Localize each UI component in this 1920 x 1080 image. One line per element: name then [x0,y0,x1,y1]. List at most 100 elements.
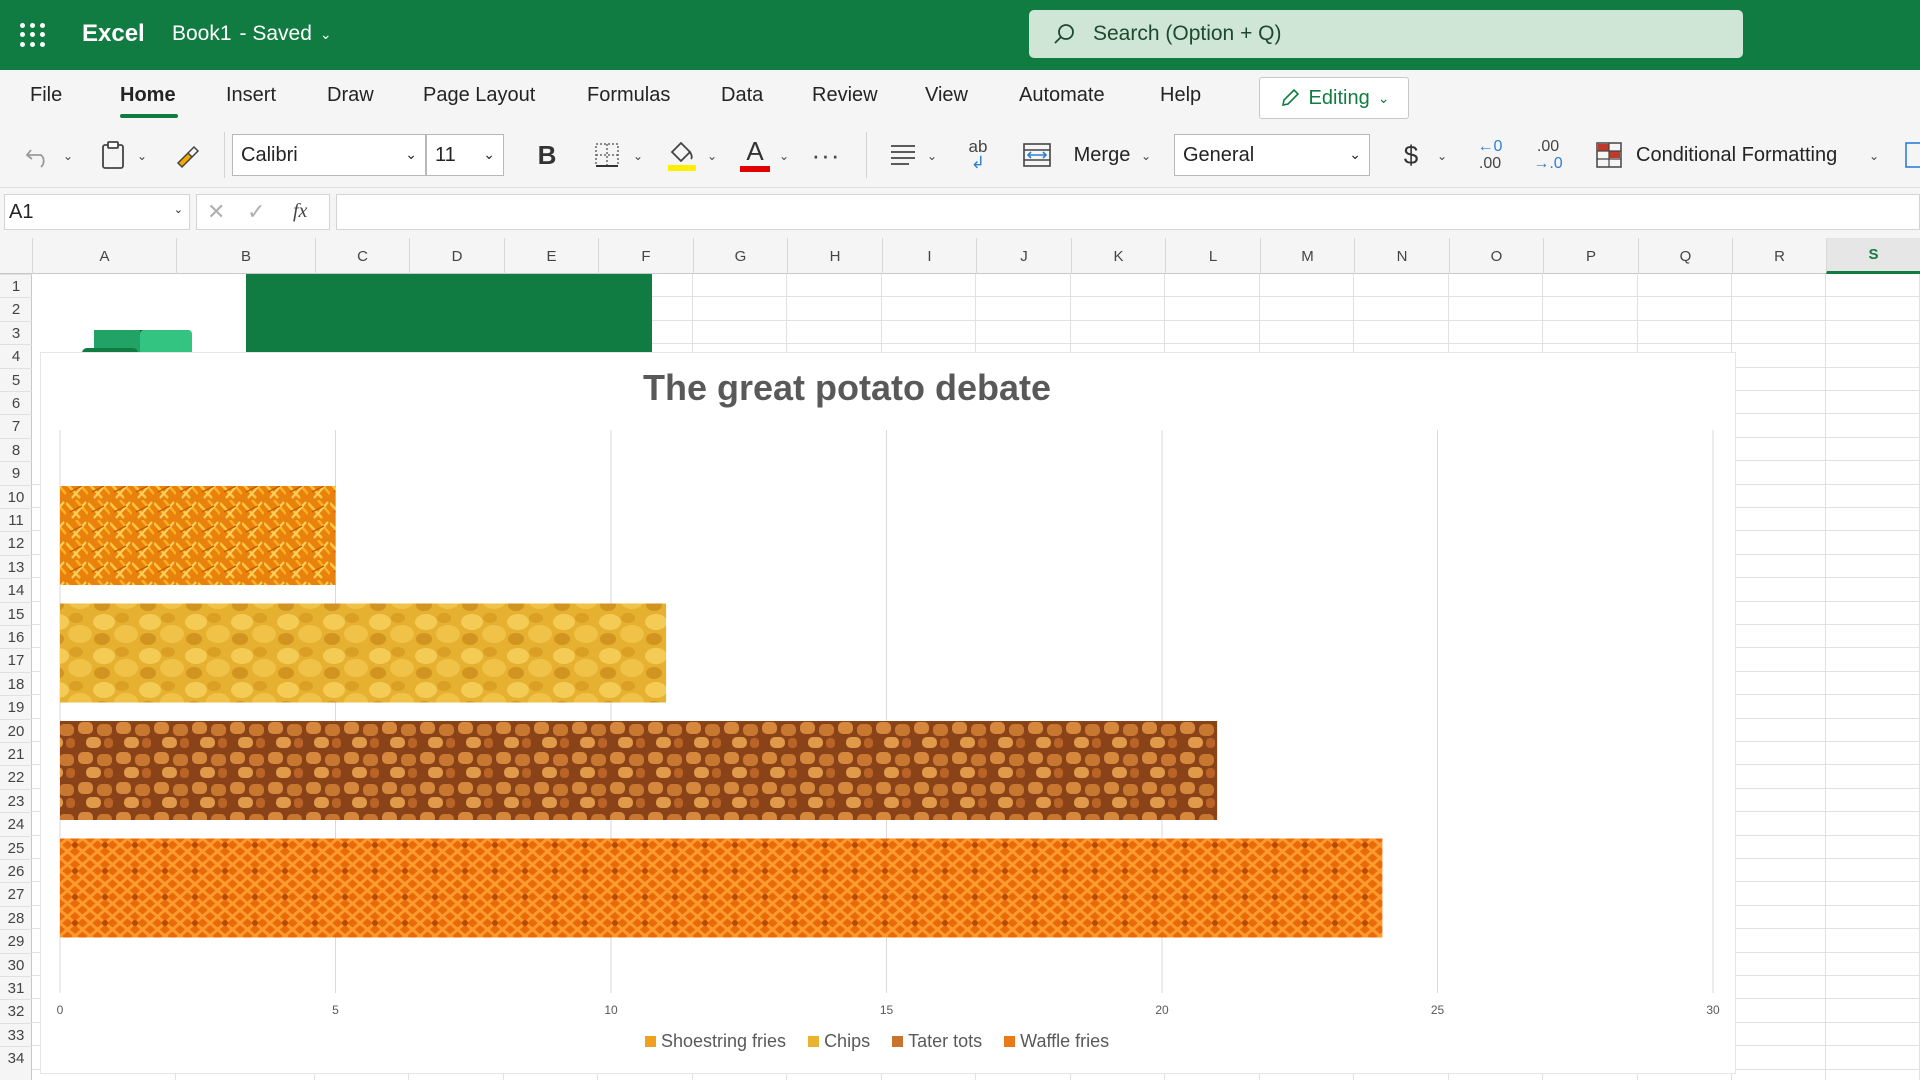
column-header-i[interactable]: I [882,238,976,274]
column-header-d[interactable]: D [409,238,504,274]
insert-function-button[interactable]: fx [293,200,307,223]
row-header-20[interactable]: 20 [0,718,32,742]
tab-help[interactable]: Help [1160,84,1201,107]
tab-data[interactable]: Data [721,84,763,107]
tab-formulas[interactable]: Formulas [587,84,670,107]
legend-item[interactable]: Chips [808,1031,870,1052]
row-header-28[interactable]: 28 [0,905,32,929]
editing-mode-button[interactable]: Editing ⌄ [1259,77,1409,119]
row-header-21[interactable]: 21 [0,742,32,765]
format-as-table-icon[interactable] [1902,140,1920,170]
row-header-12[interactable]: 12 [0,531,32,554]
document-name-button[interactable]: Book1 - Saved ⌄ [172,22,332,46]
tab-page-layout[interactable]: Page Layout [423,84,535,107]
row-header-15[interactable]: 15 [0,601,32,625]
column-header-n[interactable]: N [1354,238,1449,274]
search-input[interactable]: Search (Option + Q) [1029,10,1743,58]
column-header-g[interactable]: G [693,238,787,274]
paste-dropdown[interactable]: ⌄ [134,146,150,166]
row-header-10[interactable]: 10 [0,484,32,508]
tab-automate[interactable]: Automate [1019,84,1105,107]
paste-button[interactable] [98,138,128,172]
row-header-13[interactable]: 13 [0,554,32,578]
font-size-select[interactable]: 11 ⌄ [426,134,504,176]
currency-button[interactable]: $ [1396,138,1426,172]
number-format-select[interactable]: General ⌄ [1174,134,1370,176]
tab-insert[interactable]: Insert [226,84,276,107]
row-header-6[interactable]: 6 [0,391,32,414]
row-header-5[interactable]: 5 [0,367,32,391]
undo-dropdown[interactable]: ⌄ [60,146,76,166]
column-header-b[interactable]: B [176,238,315,274]
row-header-9[interactable]: 9 [0,461,32,484]
row-header-34[interactable]: 34 [0,1046,32,1069]
row-header-26[interactable]: 26 [0,859,32,882]
fill-color-dropdown[interactable]: ⌄ [704,146,720,166]
borders-dropdown[interactable]: ⌄ [630,146,646,166]
row-header-29[interactable]: 29 [0,929,32,952]
column-header-r[interactable]: R [1732,238,1826,274]
tab-file[interactable]: File [30,84,62,107]
row-header-19[interactable]: 19 [0,695,32,718]
column-header-c[interactable]: C [315,238,409,274]
row-header-17[interactable]: 17 [0,648,32,671]
row-header-11[interactable]: 11 [0,508,32,531]
column-header-k[interactable]: K [1071,238,1165,274]
fill-color-button[interactable] [664,136,700,174]
more-options-icon[interactable]: ··· [808,138,844,172]
row-header-4[interactable]: 4 [0,344,32,367]
tab-review[interactable]: Review [812,84,878,107]
decrease-decimal-button[interactable]: .00 →.0 [1528,136,1568,174]
legend-item[interactable]: Waffle fries [1004,1031,1109,1052]
row-header-30[interactable]: 30 [0,952,32,976]
column-header-m[interactable]: M [1260,238,1354,274]
row-header-27[interactable]: 27 [0,882,32,905]
app-launcher-icon[interactable] [20,23,46,47]
chart[interactable] [40,352,1736,1074]
row-header-16[interactable]: 16 [0,625,32,648]
row-header-23[interactable]: 23 [0,788,32,812]
font-name-select[interactable]: Calibri ⌄ [232,134,426,176]
font-color-dropdown[interactable]: ⌄ [776,146,792,166]
row-header-14[interactable]: 14 [0,578,32,601]
currency-dropdown[interactable]: ⌄ [1434,146,1450,166]
row-header-18[interactable]: 18 [0,671,32,695]
merge-dropdown[interactable]: ⌄ [1138,146,1154,166]
chart-title[interactable]: The great potato debate [643,367,1051,409]
borders-button[interactable] [590,138,624,172]
format-painter-button[interactable] [172,138,204,172]
column-header-e[interactable]: E [504,238,598,274]
bold-button[interactable]: B [530,138,564,172]
row-header-24[interactable]: 24 [0,812,32,835]
align-button[interactable] [886,138,920,172]
tab-home[interactable]: Home [120,84,176,107]
align-dropdown[interactable]: ⌄ [924,146,940,166]
check-icon[interactable]: ✓ [247,199,265,225]
column-header-o[interactable]: O [1449,238,1543,274]
row-header-32[interactable]: 32 [0,999,32,1022]
row-header-33[interactable]: 33 [0,1022,32,1046]
tab-draw[interactable]: Draw [327,84,374,107]
increase-decimal-button[interactable]: ←0 .00 [1470,136,1510,174]
tab-view[interactable]: View [925,84,968,107]
formula-input[interactable] [336,194,1920,230]
merge-icon-button[interactable] [1020,138,1054,172]
conditional-formatting-dropdown[interactable]: ⌄ [1866,146,1882,166]
name-box[interactable]: A1 ⌄ [4,194,190,230]
app-name[interactable]: Excel [82,20,145,48]
legend-item[interactable]: Shoestring fries [645,1031,786,1052]
row-header-31[interactable]: 31 [0,976,32,999]
row-header-2[interactable]: 2 [0,297,32,320]
column-header-l[interactable]: L [1165,238,1260,274]
conditional-formatting-button[interactable]: Conditional Formatting [1636,138,1864,172]
row-header-8[interactable]: 8 [0,437,32,461]
column-header-f[interactable]: F [598,238,693,274]
column-header-q[interactable]: Q [1638,238,1732,274]
cancel-icon[interactable]: ✕ [207,199,225,225]
column-header-s[interactable]: S [1826,238,1920,274]
row-header-1[interactable]: 1 [0,274,32,297]
row-header-22[interactable]: 22 [0,765,32,788]
row-header-3[interactable]: 3 [0,320,32,344]
undo-button[interactable] [22,138,56,172]
column-header-h[interactable]: H [787,238,882,274]
